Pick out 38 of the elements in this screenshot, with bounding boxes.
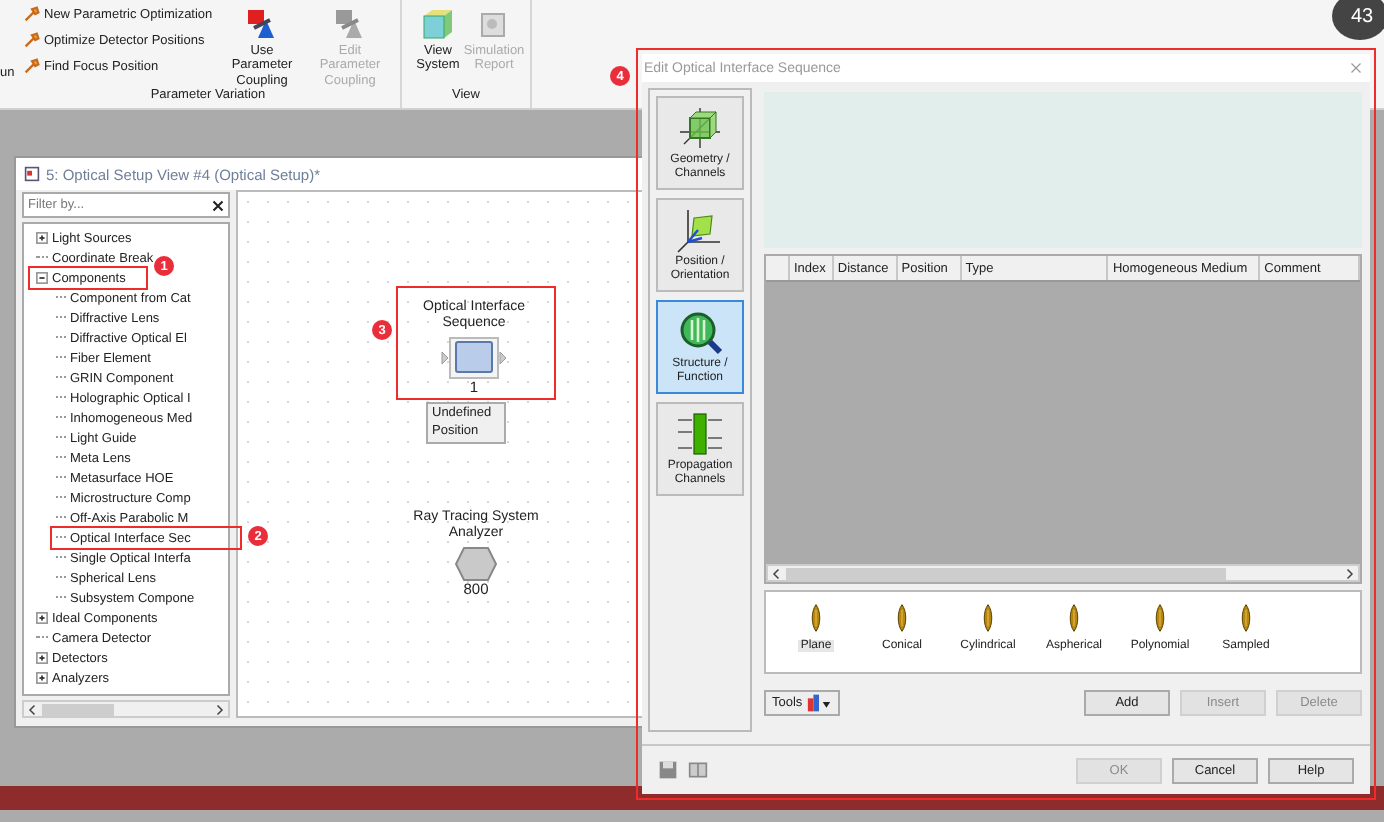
tools-icon [806, 693, 833, 711]
expand-toggle[interactable] [36, 272, 48, 284]
book-icon[interactable] [688, 760, 708, 780]
clear-icon[interactable] [212, 199, 224, 211]
save-icon[interactable] [658, 760, 678, 780]
expand-toggle[interactable] [36, 232, 48, 244]
window-icon [24, 166, 40, 182]
close-icon[interactable] [1350, 62, 1362, 74]
scrollbar[interactable] [766, 564, 1360, 582]
wrench-icon [24, 6, 40, 22]
link-icon [334, 8, 366, 40]
lens-icon[interactable] [1236, 600, 1256, 636]
report-icon [478, 8, 510, 40]
expand-toggle[interactable] [36, 652, 48, 664]
chevron-right-icon[interactable] [1344, 567, 1354, 579]
cube-icon [422, 8, 454, 40]
notification-badge: 43 [1332, 0, 1384, 40]
wrench-icon [24, 58, 40, 74]
lens-icon[interactable] [892, 600, 912, 636]
lens-icon[interactable] [1064, 600, 1084, 636]
chevron-left-icon[interactable] [772, 567, 782, 579]
cube-axes-icon [676, 104, 724, 153]
scrollbar[interactable] [22, 700, 230, 718]
component-node-icon[interactable] [440, 336, 508, 381]
highlight-frame [28, 266, 148, 290]
magnifier-icon [676, 308, 724, 357]
lens-icon[interactable] [806, 600, 826, 636]
chevron-right-icon[interactable] [214, 703, 224, 715]
expand-toggle[interactable] [36, 672, 48, 684]
lens-icon[interactable] [978, 600, 998, 636]
link-icon [246, 8, 278, 40]
lens-icon[interactable] [1150, 600, 1170, 636]
chevron-left-icon[interactable] [28, 703, 38, 715]
hexagon-node-icon[interactable] [454, 546, 498, 583]
expand-toggle[interactable] [36, 612, 48, 624]
axes-plane-icon [676, 206, 724, 255]
channels-icon [676, 410, 724, 459]
wrench-icon [24, 32, 40, 48]
